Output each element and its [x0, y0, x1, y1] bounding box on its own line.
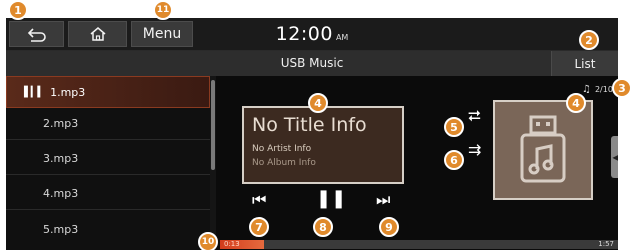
top-bar: Menu 12:00 AM	[6, 18, 618, 51]
equalizer-icon: ▌▎▍	[24, 86, 45, 98]
playlist-scrollbar[interactable]	[210, 76, 216, 250]
usb-music-screen: Menu 12:00 AM USB Music List ▌▎▍ 1.mp3 2.…	[6, 18, 618, 250]
callout-1: 1	[8, 0, 28, 20]
callout-7: 7	[249, 217, 269, 237]
pause-button[interactable]: ❚❚	[316, 188, 346, 209]
progress-bar[interactable]: 0:13 1:57	[220, 240, 618, 249]
list-button[interactable]: List	[551, 51, 618, 76]
list-item-label: 5.mp3	[43, 222, 79, 236]
track-album: No Album Info	[252, 158, 316, 168]
scrollbar-thumb[interactable]	[211, 80, 215, 170]
skip-next-icon: ⏭	[376, 190, 391, 209]
music-note-icon: ♫	[582, 84, 591, 95]
chevron-left-icon: ◀	[612, 152, 618, 162]
list-item-label: 4.mp3	[43, 187, 79, 200]
callout-4a: 4	[308, 93, 328, 113]
page-title: USB Music	[280, 56, 344, 70]
clock-ampm: AM	[335, 33, 349, 42]
callout-11: 11	[153, 0, 173, 20]
track-count: ♫ 2/10	[582, 84, 613, 95]
callout-9: 9	[379, 217, 399, 237]
track-info-box: No Title Info No Artist Info No Album In…	[242, 106, 404, 184]
callout-2: 2	[579, 30, 599, 50]
track-title: No Title Info	[252, 114, 367, 136]
list-item-2[interactable]: 2.mp3	[6, 108, 210, 140]
track-artist: No Artist Info	[252, 144, 312, 154]
callout-4b: 4	[566, 93, 586, 113]
list-item-1[interactable]: ▌▎▍ 1.mp3	[6, 76, 210, 108]
side-panel-tab[interactable]: ◀	[611, 136, 618, 178]
callout-8: 8	[313, 217, 333, 237]
next-button[interactable]: ⏭	[376, 190, 390, 210]
repeat-icon[interactable]: ⮂	[468, 106, 481, 126]
track-count-value: 2/10	[594, 85, 613, 94]
callout-3: 3	[612, 78, 632, 98]
title-bar: USB Music List	[6, 51, 618, 76]
album-art	[493, 100, 593, 200]
list-item-label: 1.mp3	[50, 85, 86, 99]
callout-10: 10	[198, 232, 218, 252]
elapsed-time: 0:13	[224, 240, 240, 248]
clock: 12:00 AM	[6, 23, 618, 45]
callout-5: 5	[444, 117, 464, 137]
previous-button[interactable]: ⏮	[252, 190, 266, 210]
playlist: ▌▎▍ 1.mp3 2.mp3 3.mp3 4.mp3 5.mp3	[6, 76, 216, 250]
list-label: List	[574, 56, 596, 71]
clock-time: 12:00	[275, 23, 333, 45]
total-time: 1:57	[598, 240, 614, 248]
callout-6: 6	[444, 150, 464, 170]
skip-previous-icon: ⏮	[252, 190, 267, 209]
list-item-3[interactable]: 3.mp3	[6, 143, 210, 175]
list-item-5[interactable]: 5.mp3	[6, 213, 210, 245]
pause-icon: ❚❚	[316, 188, 347, 209]
usb-music-icon	[520, 115, 566, 183]
list-item-label: 3.mp3	[43, 152, 79, 165]
shuffle-icon[interactable]: ⇉	[468, 140, 481, 159]
list-item-label: 2.mp3	[43, 117, 79, 130]
list-item-4[interactable]: 4.mp3	[6, 178, 210, 210]
